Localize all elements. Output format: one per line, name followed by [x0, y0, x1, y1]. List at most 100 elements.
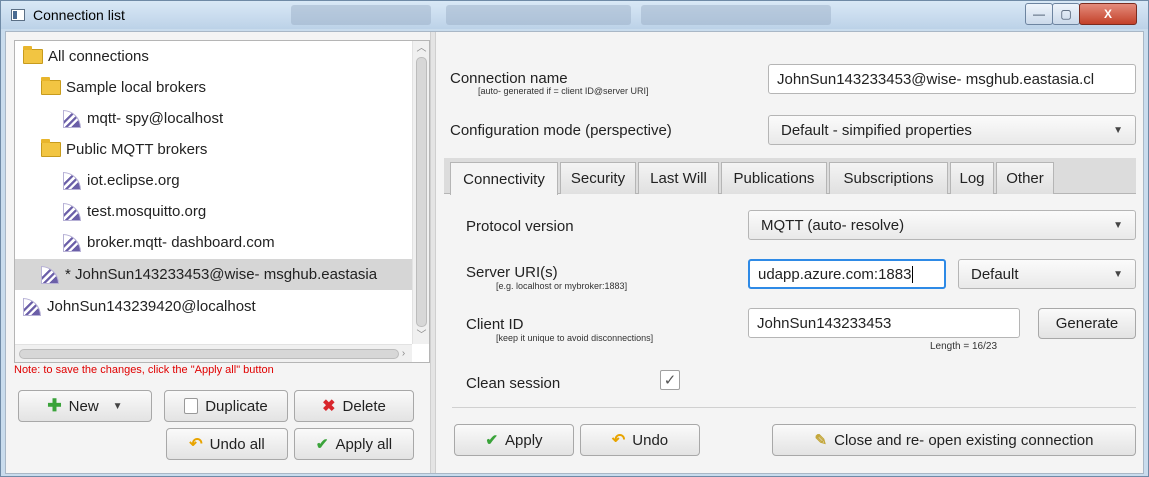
divider [452, 407, 1136, 408]
save-note: Note: to save the changes, click the "Ap… [14, 364, 274, 376]
reconnect-icon: ✎ [814, 432, 828, 449]
reopen-button-label: Close and re- open existing connection [834, 431, 1094, 449]
generate-client-id-button[interactable]: Generate [1038, 308, 1136, 339]
tab-connectivity[interactable]: Connectivity [450, 162, 558, 195]
tree-item-public-mqtt-brokers[interactable]: Public MQTT brokers [15, 134, 412, 165]
tab-label: Last Will [650, 170, 707, 187]
window-title: Connection list [33, 7, 125, 23]
protocol-version-select[interactable]: MQTT (auto- resolve) ▼ [748, 210, 1136, 240]
close-button[interactable]: X [1079, 3, 1137, 25]
tree-horizontal-scrollbar[interactable]: › [15, 344, 412, 362]
tree-item-label: iot.eclipse.org [87, 172, 180, 189]
chevron-down-icon: ▼ [112, 400, 123, 412]
chevron-down-icon: ▼ [1113, 219, 1123, 231]
tree-item-connection-selected[interactable]: * JohnSun143233453@wise- msghub.eastasia [15, 259, 412, 290]
connection-signal-icon [41, 265, 59, 284]
duplicate-icon [184, 398, 199, 414]
server-uri-mode-select[interactable]: Default ▼ [958, 259, 1136, 289]
server-uri-hint: [e.g. localhost or mybroker:1883] [496, 281, 628, 291]
undo-all-button[interactable]: ↶ Undo all [166, 428, 288, 460]
new-button-label: New [68, 397, 99, 415]
undo-icon: ↶ [611, 432, 626, 449]
connection-signal-icon [63, 109, 81, 128]
tree-item-label: test.mosquitto.org [87, 203, 207, 220]
scrollbar-thumb[interactable] [19, 349, 399, 359]
connection-details-panel: Connection name [auto- generated if = cl… [436, 32, 1143, 473]
client-id-label: Client ID [466, 316, 524, 333]
reopen-connection-button[interactable]: ✎ Close and re- open existing connection [772, 424, 1136, 456]
chevron-down-icon: ▼ [1113, 124, 1123, 136]
window-app-icon [11, 9, 25, 21]
delete-x-icon: ✖ [322, 398, 336, 415]
configuration-mode-value: Default - simpified properties [781, 121, 972, 139]
server-uri-mode-value: Default [971, 265, 1019, 283]
text-caret [912, 265, 914, 283]
checkmark-icon: ✔ [315, 436, 329, 453]
connection-signal-icon [63, 233, 81, 252]
client-id-length: Length = 16/23 [930, 341, 998, 352]
tab-label: Log [959, 170, 985, 187]
delete-button[interactable]: ✖ Delete [294, 390, 414, 422]
undo-button[interactable]: ↶ Undo [580, 424, 700, 456]
maximize-button[interactable]: ▢ [1052, 3, 1080, 25]
tab-security[interactable]: Security [560, 162, 636, 194]
tree-item-label: * JohnSun143233453@wise- msghub.eastasia [65, 266, 378, 283]
clean-session-checkbox[interactable]: ✓ [660, 370, 680, 390]
client-id-hint: [keep it unique to avoid disconnections] [496, 333, 654, 343]
protocol-version-label: Protocol version [466, 218, 574, 235]
chevron-down-icon: ▼ [1113, 268, 1123, 280]
connection-signal-icon [23, 297, 41, 316]
server-uri-label: Server URI(s) [466, 264, 558, 281]
close-icon: X [1103, 7, 1112, 21]
generate-button-label: Generate [1055, 315, 1119, 332]
tab-last-will[interactable]: Last Will [638, 162, 719, 194]
server-uri-input[interactable]: udapp.azure.com:1883 [748, 259, 946, 289]
apply-all-button[interactable]: ✔ Apply all [294, 428, 414, 460]
undo-button-label: Undo [632, 431, 669, 449]
background-window-tab [641, 5, 831, 25]
configuration-mode-select[interactable]: Default - simpified properties ▼ [768, 115, 1136, 145]
client-id-input[interactable]: JohnSun143233453 [748, 308, 1020, 338]
tree-item-connection[interactable]: iot.eclipse.org [15, 165, 412, 196]
new-connection-button[interactable]: ✚ New ▼ [18, 390, 152, 422]
tree-item-connection[interactable]: test.mosquitto.org [15, 196, 412, 227]
connection-signal-icon [63, 202, 81, 221]
tree-item-label: All connections [48, 48, 149, 65]
scrollbar-thumb[interactable] [416, 57, 427, 327]
client-id-value: JohnSun143233453 [757, 314, 892, 332]
connection-tree[interactable]: All connections Sample local brokers mqt… [14, 40, 430, 363]
connection-name-value: JohnSun143233453@wise- msghub.eastasia.c… [777, 70, 1095, 88]
scroll-down-icon[interactable]: ﹀ [413, 328, 430, 344]
tree-item-label: Public MQTT brokers [66, 141, 208, 158]
checkmark-icon: ✓ [663, 372, 677, 389]
folder-icon [41, 139, 61, 157]
connection-name-hint: [auto- generated if = client ID@server U… [478, 86, 649, 96]
folder-icon [41, 77, 61, 95]
configuration-mode-label: Configuration mode (perspective) [450, 122, 672, 139]
tab-subscriptions[interactable]: Subscriptions [829, 162, 948, 194]
tree-item-all-connections[interactable]: All connections [15, 41, 412, 72]
tree-vertical-scrollbar[interactable]: ︿ ﹀ [412, 41, 429, 344]
scroll-right-icon[interactable]: › [395, 345, 412, 362]
tab-label: Connectivity [463, 170, 545, 188]
protocol-version-value: MQTT (auto- resolve) [761, 216, 905, 234]
tree-item-connection[interactable]: broker.mqtt- dashboard.com [15, 227, 412, 258]
tab-log[interactable]: Log [950, 162, 994, 194]
tab-other[interactable]: Other [996, 162, 1054, 194]
scroll-up-icon[interactable]: ︿ [413, 41, 430, 57]
connection-signal-icon [63, 171, 81, 190]
title-bar: Connection list — ▢ X [1, 1, 1148, 29]
tab-publications[interactable]: Publications [721, 162, 827, 194]
tree-item-connection[interactable]: mqtt- spy@localhost [15, 103, 412, 134]
tree-item-connection[interactable]: JohnSun143239420@localhost [15, 291, 412, 322]
apply-button-label: Apply [505, 431, 543, 449]
apply-button[interactable]: ✔ Apply [454, 424, 574, 456]
connection-name-input[interactable]: JohnSun143233453@wise- msghub.eastasia.c… [768, 64, 1136, 94]
apply-all-label: Apply all [335, 435, 393, 453]
tree-item-sample-local-brokers[interactable]: Sample local brokers [15, 72, 412, 103]
checkmark-icon: ✔ [485, 432, 499, 449]
duplicate-button[interactable]: Duplicate [164, 390, 288, 422]
folder-icon [23, 46, 43, 64]
minimize-button[interactable]: — [1025, 3, 1053, 25]
connection-list-window: Connection list — ▢ X All connections Sa… [0, 0, 1149, 477]
